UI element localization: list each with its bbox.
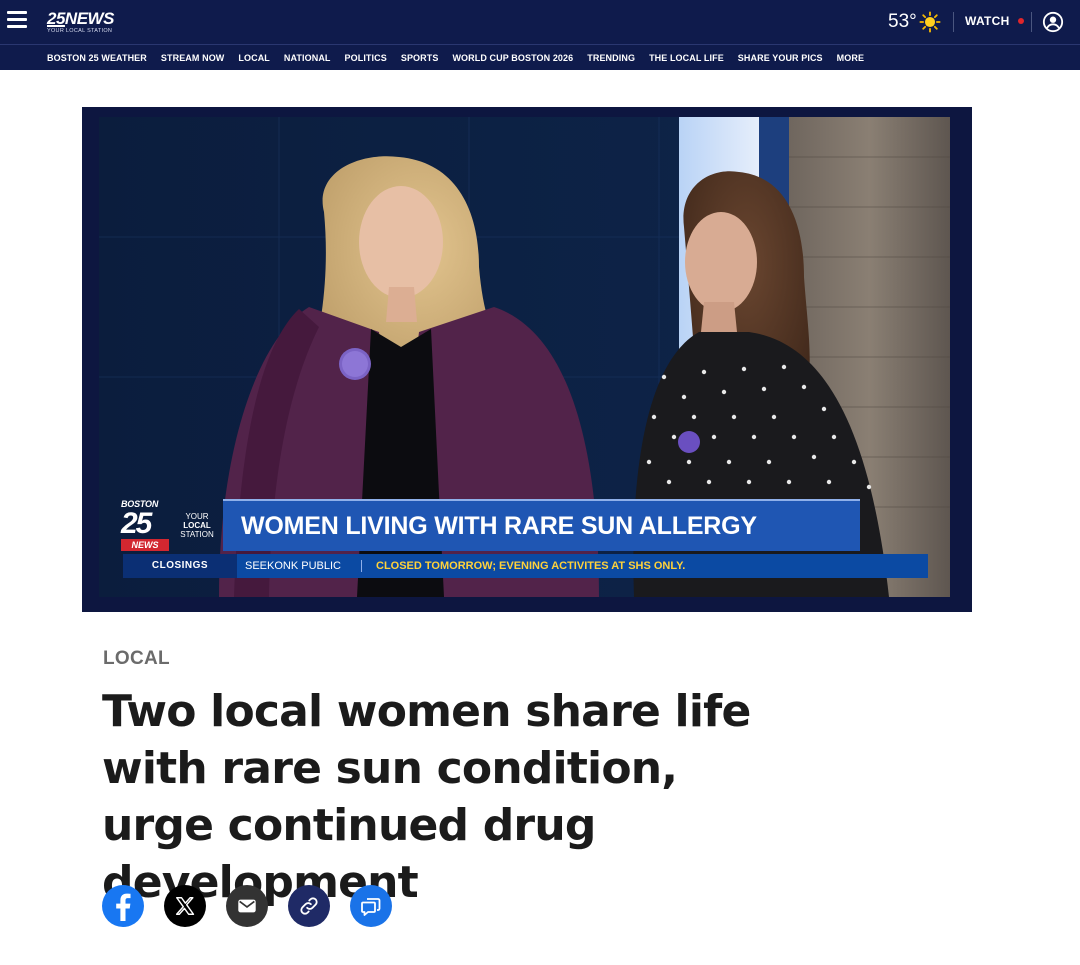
video-frame: BOSTON 25 YOUR LOCAL STATION NEWS WOMEN … <box>99 117 950 597</box>
nav-item-world-cup[interactable]: WORLD CUP BOSTON 2026 <box>452 53 573 63</box>
tagline-line: LOCAL <box>183 521 211 530</box>
ticker-place: SEEKONK PUBLIC <box>245 560 341 572</box>
email-share-button[interactable] <box>226 885 268 927</box>
closings-ticker: CLOSINGS SEEKONK PUBLIC CLOSED TOMORROW;… <box>123 554 928 578</box>
video-player[interactable]: BOSTON 25 YOUR LOCAL STATION NEWS WOMEN … <box>82 107 972 612</box>
site-logo[interactable]: 25NEWS YOUR LOCAL STATION <box>47 10 127 38</box>
broadcast-logo: BOSTON 25 YOUR LOCAL STATION NEWS <box>119 499 223 555</box>
broadcast-logo-news: NEWS <box>121 539 169 551</box>
broadcast-logo-tagline: YOUR LOCAL STATION <box>173 512 221 539</box>
logo-news-text: NEWS <box>64 9 115 28</box>
comments-button[interactable] <box>350 885 392 927</box>
broadcast-lower-third: BOSTON 25 YOUR LOCAL STATION NEWS WOMEN … <box>119 499 928 589</box>
nav-item-national[interactable]: NATIONAL <box>284 53 331 63</box>
nav-item-weather[interactable]: BOSTON 25 WEATHER <box>47 53 147 63</box>
facebook-share-button[interactable] <box>102 885 144 927</box>
comment-icon <box>361 898 381 916</box>
nav-item-trending[interactable]: TRENDING <box>587 53 635 63</box>
share-toolbar <box>102 885 392 927</box>
broadcast-headline-bar: WOMEN LIVING WITH RARE SUN ALLERGY <box>223 499 860 551</box>
nav-item-politics[interactable]: POLITICS <box>345 53 387 63</box>
link-icon <box>300 897 318 915</box>
article-section-link[interactable]: LOCAL <box>103 648 170 670</box>
nav-item-stream-now[interactable]: STREAM NOW <box>161 53 225 63</box>
logo-tagline: YOUR LOCAL STATION <box>47 28 113 34</box>
nav-item-more[interactable]: MORE <box>837 53 864 63</box>
article-headline: Two local women share life with rare sun… <box>102 686 751 908</box>
email-icon <box>238 899 256 913</box>
header-divider <box>953 12 954 32</box>
header-top-row: 25NEWS YOUR LOCAL STATION 53° WATCH <box>0 0 1080 44</box>
facebook-icon <box>116 893 131 921</box>
watch-label: WATCH <box>965 14 1010 28</box>
nav-item-local[interactable]: LOCAL <box>238 53 270 63</box>
sun-icon <box>919 11 941 33</box>
nav-item-sports[interactable]: SPORTS <box>401 53 439 63</box>
logo-wordmark: 25NEWS <box>47 9 115 28</box>
header-divider <box>1031 12 1032 32</box>
broadcast-headline: WOMEN LIVING WITH RARE SUN ALLERGY <box>241 512 757 540</box>
ticker-divider <box>361 560 362 572</box>
nav-item-local-life[interactable]: THE LOCAL LIFE <box>649 53 724 63</box>
watch-live-button[interactable]: WATCH <box>965 14 1024 28</box>
ticker-label: CLOSINGS <box>123 554 237 578</box>
tagline-line: YOUR <box>185 512 209 521</box>
live-indicator-dot <box>1017 18 1024 24</box>
nav-item-share-pics[interactable]: SHARE YOUR PICS <box>738 53 823 63</box>
temperature: 53° <box>888 11 917 32</box>
ticker-message: CLOSED TOMORROW; EVENING ACTIVITES AT SH… <box>376 560 686 572</box>
weather-widget[interactable]: 53° <box>888 10 941 34</box>
main-nav: BOSTON 25 WEATHER STREAM NOW LOCAL NATIO… <box>47 45 864 70</box>
broadcast-logo-number: 25 <box>121 507 152 540</box>
site-header: 25NEWS YOUR LOCAL STATION 53° WATCH BOST… <box>0 0 1080 70</box>
account-icon[interactable] <box>1042 11 1064 33</box>
x-share-button[interactable] <box>164 885 206 927</box>
copy-link-button[interactable] <box>288 885 330 927</box>
x-icon <box>175 897 195 915</box>
tagline-line: STATION <box>180 530 214 539</box>
hamburger-menu-icon[interactable] <box>7 11 29 31</box>
